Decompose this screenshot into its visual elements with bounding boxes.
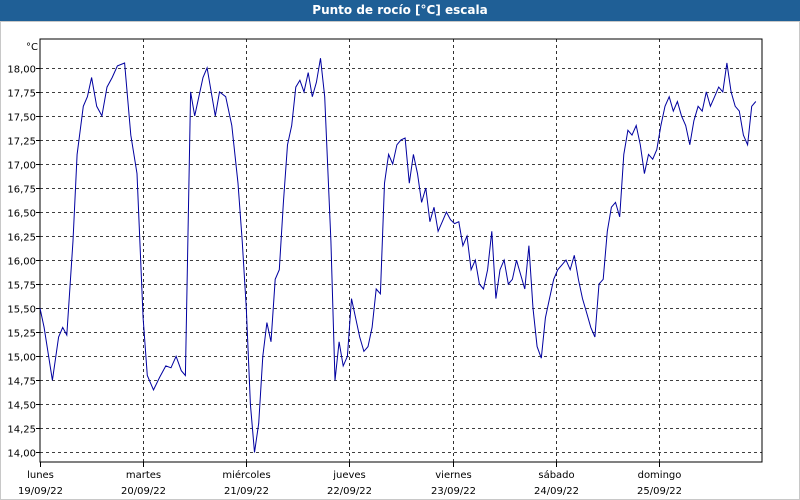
y-axis: 18,00 17,75 17,50 17,25 17,00 16,75 16,50 16,25… (7, 42, 40, 460)
y-tick-label: 17,25 (7, 137, 36, 148)
y-tick-label: 15,00 (7, 353, 36, 364)
x-day-label: martes (126, 470, 161, 481)
plot-border (39, 38, 763, 463)
y-tick-label: 14,00 (7, 449, 36, 460)
y-tick-label: 17,00 (7, 161, 36, 172)
y-tick-label: 16,25 (7, 233, 36, 244)
y-tick-label: 14,75 (7, 377, 36, 388)
y-tick-label: 14,25 (7, 425, 36, 436)
x-axis: lunes 19/09/22 martes 20/09/22 miércoles 21/0… (18, 462, 682, 497)
x-day-label: jueves (332, 470, 366, 481)
x-date-label: 20/09/22 (121, 486, 166, 497)
x-day-label: viernes (435, 470, 471, 481)
x-date-label: 25/09/22 (637, 486, 682, 497)
y-tick-label: 15,50 (7, 305, 36, 316)
y-tick-label: 16,00 (7, 257, 36, 268)
x-day-label: domingo (638, 470, 682, 481)
y-tick-label: 16,75 (7, 185, 36, 196)
x-day-label: sábado (538, 469, 574, 481)
x-date-label: 22/09/22 (327, 486, 372, 497)
chart-title: Punto de rocío [°C] escala (0, 0, 800, 21)
plot-area (39, 38, 763, 463)
dew-point-chart: 18,00 17,75 17,50 17,25 17,00 16,75 16,50 16,25… (7, 38, 763, 497)
x-date-label: 21/09/22 (224, 486, 269, 497)
y-unit-label: °C (26, 42, 38, 53)
x-date-label: 24/09/22 (534, 486, 579, 497)
y-tick-label: 15,25 (7, 329, 36, 340)
y-tick-label: 16,50 (7, 209, 36, 220)
x-date-label: 19/09/22 (18, 486, 63, 497)
y-tick-label: 18,00 (7, 65, 36, 76)
x-date-label: 23/09/22 (431, 486, 476, 497)
y-tick-label: 17,50 (7, 113, 36, 124)
x-day-label: lunes (27, 470, 54, 481)
x-day-label: miércoles (222, 469, 270, 481)
y-tick-label: 14,50 (7, 401, 36, 412)
y-tick-label: 15,75 (7, 281, 36, 292)
y-tick-label: 17,75 (7, 89, 36, 100)
